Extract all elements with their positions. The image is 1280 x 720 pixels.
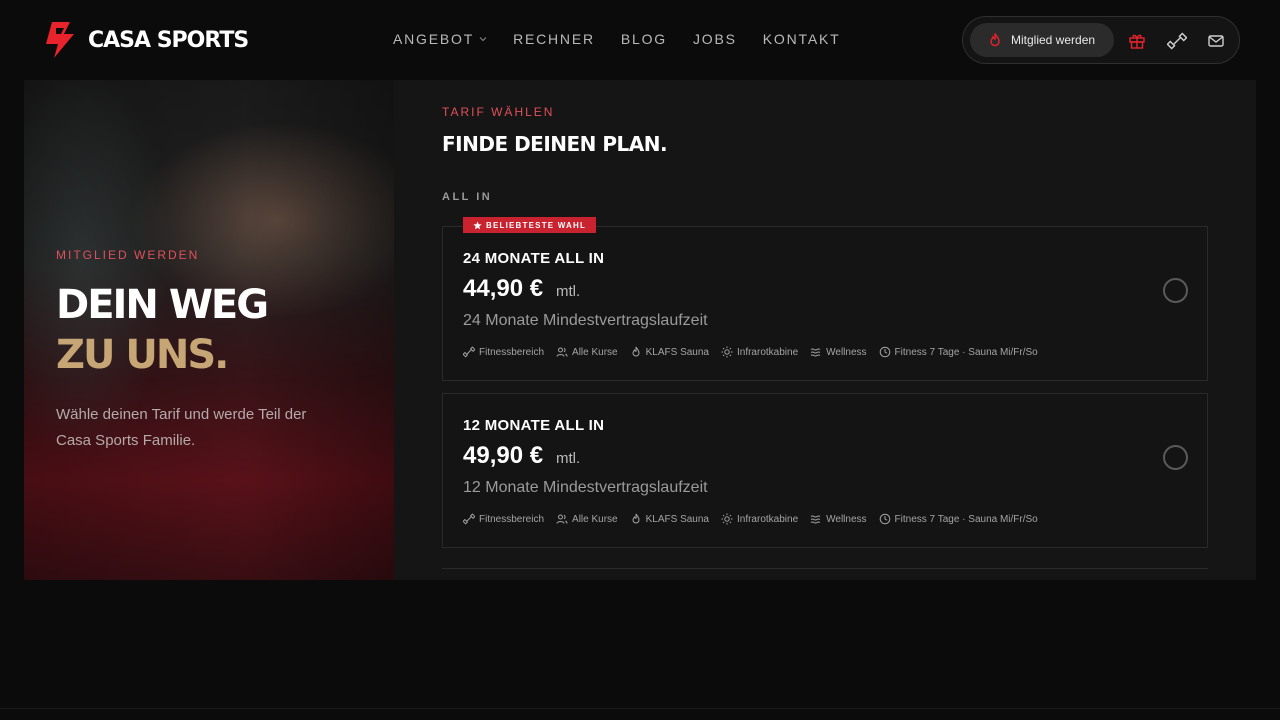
- mail-icon[interactable]: [1206, 31, 1226, 51]
- waves-icon: [810, 515, 821, 524]
- site-header: CASA SPORTS ANGEBOT RECHNER BLOG JOBS KO…: [0, 0, 1280, 80]
- nav-item-blog[interactable]: BLOG: [621, 31, 667, 47]
- plan-group-label: ALL IN: [442, 191, 493, 203]
- star-icon: [473, 220, 482, 229]
- nav-label: ANGEBOT: [393, 31, 475, 47]
- plan-radio[interactable]: [1163, 278, 1188, 303]
- dumbbell-icon: [463, 513, 475, 525]
- flame-icon: [990, 33, 1000, 47]
- feature-sauna: KLAFS Sauna: [630, 513, 709, 525]
- plan-price: 49,90 €: [463, 442, 544, 469]
- feature-fitness: Fitnessbereich: [463, 513, 544, 525]
- clock-icon: [879, 346, 890, 358]
- plan-list-divider: [442, 568, 1208, 569]
- hero-overlay: [24, 80, 394, 580]
- feature-label: Infrarotkabine: [736, 513, 799, 525]
- header-actions: Mitglied werden: [962, 16, 1240, 64]
- nav-label: JOBS: [693, 31, 737, 47]
- popular-badge: BELIEBTESTE WAHL: [463, 217, 597, 233]
- nav-label: RECHNER: [513, 31, 595, 47]
- hero-title-line2: ZU UNS.: [56, 332, 229, 378]
- nav-item-rechner[interactable]: RECHNER: [513, 31, 595, 47]
- nav-item-kontakt[interactable]: KONTAKT: [763, 31, 841, 47]
- feature-label: Fitness 7 Tage · Sauna Mi/Fr/So: [894, 513, 1038, 525]
- nav-label: KONTAKT: [762, 31, 841, 47]
- nav-item-jobs[interactable]: JOBS: [693, 31, 737, 47]
- sun-icon: [721, 346, 733, 358]
- feature-label: KLAFS Sauna: [645, 513, 709, 525]
- feature-infrared: Infrarotkabine: [721, 346, 798, 358]
- join-button-label: Mitglied werden: [1011, 33, 1096, 47]
- flame-icon: [632, 346, 640, 357]
- feature-label: Wellness: [826, 346, 867, 358]
- flame-icon: [632, 513, 640, 524]
- plans-eyebrow: TARIF WÄHLEN: [442, 105, 555, 119]
- feature-label: Fitnessbereich: [479, 513, 545, 525]
- join-button[interactable]: Mitglied werden: [970, 23, 1114, 57]
- badge-label: BELIEBTESTE WAHL: [486, 220, 587, 230]
- brand-name: CASA SPORTS: [88, 27, 249, 53]
- logo[interactable]: CASA SPORTS: [40, 20, 249, 60]
- hero-subtitle: Wähle deinen Tarif und werde Teil der Ca…: [56, 406, 307, 449]
- waves-icon: [810, 348, 821, 357]
- feature-label: Alle Kurse: [572, 346, 618, 358]
- feature-label: Wellness: [826, 513, 867, 525]
- hero-title-line1: DEIN WEG: [56, 282, 269, 328]
- footer-divider: [0, 708, 1280, 709]
- feature-label: Fitness 7 Tage · Sauna Mi/Fr/So: [894, 346, 1038, 358]
- plan-card-12[interactable]: 12 MONATE ALL IN 49,90 € mtl. 12 Monate …: [442, 393, 1208, 548]
- chevron-down-icon: [479, 37, 487, 42]
- plan-term: 24 Monate Mindestvertragslaufzeit: [463, 312, 708, 329]
- feature-courses: Alle Kurse: [556, 346, 618, 358]
- feature-courses: Alle Kurse: [556, 513, 618, 525]
- feature-sauna: KLAFS Sauna: [630, 346, 709, 358]
- dumbbell-icon[interactable]: [1167, 31, 1187, 51]
- plan-name: 12 MONATE ALL IN: [463, 417, 605, 434]
- plan-price-unit: mtl.: [556, 450, 581, 467]
- plan-term: 12 Monate Mindestvertragslaufzeit: [463, 479, 708, 496]
- plan-name: 24 MONATE ALL IN: [463, 250, 605, 267]
- feature-wellness: Wellness: [810, 346, 867, 358]
- nav-label: BLOG: [620, 31, 667, 47]
- plan-features: Fitnessbereich Alle Kurse KLAFS Sauna In…: [463, 513, 1038, 525]
- plan-card-24[interactable]: BELIEBTESTE WAHL 24 MONATE ALL IN 44,90 …: [442, 217, 1208, 381]
- users-icon: [556, 514, 568, 524]
- plan-radio[interactable]: [1163, 445, 1188, 470]
- plans-title: FINDE DEINEN PLAN.: [442, 132, 668, 156]
- feature-label: Alle Kurse: [572, 513, 618, 525]
- feature-infrared: Infrarotkabine: [721, 513, 798, 525]
- logo-bolt-icon: [46, 22, 74, 58]
- feature-hours: Fitness 7 Tage · Sauna Mi/Fr/So: [879, 346, 1038, 358]
- main-nav: ANGEBOT RECHNER BLOG JOBS KONTAKT: [393, 31, 840, 47]
- feature-wellness: Wellness: [810, 513, 867, 525]
- nav-item-angebot[interactable]: ANGEBOT: [393, 31, 487, 47]
- sun-icon: [721, 513, 733, 525]
- plan-features: Fitnessbereich Alle Kurse KLAFS Sauna In…: [463, 346, 1038, 358]
- clock-icon: [879, 513, 890, 525]
- feature-label: Infrarotkabine: [736, 346, 799, 358]
- hero-image: [24, 80, 394, 580]
- feature-hours: Fitness 7 Tage · Sauna Mi/Fr/So: [879, 513, 1038, 525]
- gift-icon[interactable]: [1127, 31, 1147, 51]
- feature-label: Fitnessbereich: [479, 346, 545, 358]
- hero-eyebrow: MITGLIED WERDEN: [56, 248, 200, 262]
- plan-price: 44,90 €: [463, 275, 544, 302]
- users-icon: [556, 347, 568, 357]
- feature-fitness: Fitnessbereich: [463, 346, 544, 358]
- plan-price-unit: mtl.: [556, 283, 581, 300]
- feature-label: KLAFS Sauna: [645, 346, 709, 358]
- dumbbell-icon: [463, 346, 475, 358]
